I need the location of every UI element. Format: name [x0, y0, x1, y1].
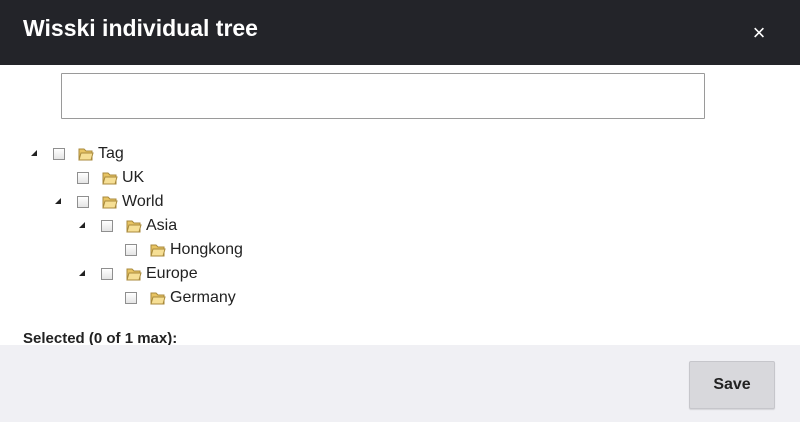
- dialog-title: Wisski individual tree: [23, 15, 258, 41]
- close-icon[interactable]: ×: [746, 20, 772, 46]
- dialog: Wisski individual tree × Tag UK World As…: [0, 0, 800, 422]
- dialog-body: Tag UK World Asia Hongkong Europe German…: [0, 65, 800, 345]
- triangle-down-icon[interactable]: [55, 198, 61, 204]
- tree-checkbox[interactable]: [101, 220, 113, 232]
- tree-node-label[interactable]: Europe: [146, 263, 198, 285]
- selection-summary: Selected (0 of 1 max):: [23, 330, 178, 345]
- triangle-down-icon[interactable]: [79, 222, 85, 228]
- folder-icon: [102, 196, 118, 209]
- tree-node-label[interactable]: Tag: [98, 143, 124, 165]
- triangle-down-icon[interactable]: [79, 270, 85, 276]
- tree-node-label[interactable]: Germany: [170, 287, 236, 309]
- tree-checkbox[interactable]: [53, 148, 65, 160]
- folder-icon: [150, 244, 166, 257]
- tree-node-label[interactable]: Hongkong: [170, 239, 243, 261]
- tree-checkbox[interactable]: [125, 244, 137, 256]
- folder-icon: [78, 148, 94, 161]
- tree-checkbox[interactable]: [101, 268, 113, 280]
- tree-view: Tag UK World Asia Hongkong Europe German…: [0, 65, 800, 345]
- tree-checkbox[interactable]: [77, 196, 89, 208]
- dialog-titlebar: Wisski individual tree ×: [0, 0, 800, 65]
- dialog-footer: Save: [0, 345, 800, 422]
- tree-node-label[interactable]: World: [122, 191, 164, 213]
- tree-node-label[interactable]: UK: [122, 167, 144, 189]
- tree-checkbox[interactable]: [77, 172, 89, 184]
- triangle-down-icon[interactable]: [31, 150, 37, 156]
- tree-checkbox[interactable]: [125, 292, 137, 304]
- save-button[interactable]: Save: [689, 361, 775, 409]
- folder-icon: [126, 220, 142, 233]
- tree-node-label[interactable]: Asia: [146, 215, 177, 237]
- folder-icon: [150, 292, 166, 305]
- folder-icon: [126, 268, 142, 281]
- folder-icon: [102, 172, 118, 185]
